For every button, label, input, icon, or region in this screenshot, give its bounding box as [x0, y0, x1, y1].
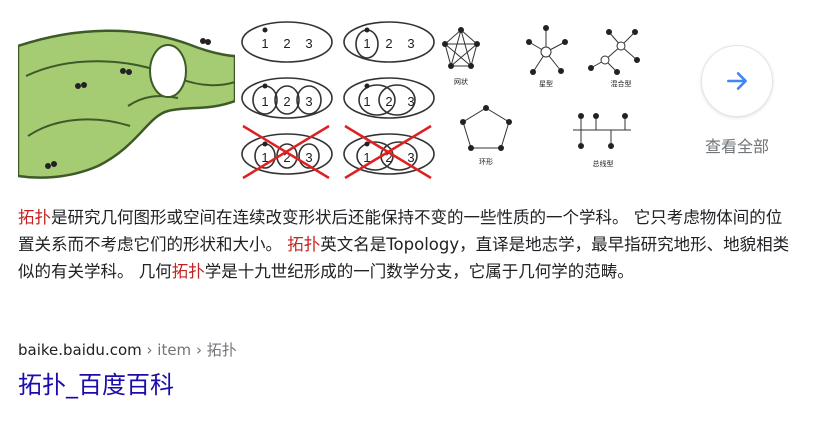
topology-label: 环形 [479, 158, 493, 166]
circle-number: 1 [363, 36, 370, 51]
circle-number: 2 [385, 36, 392, 51]
view-all-button[interactable] [701, 45, 773, 117]
circle-number: 2 [283, 94, 290, 109]
thumbnail-venn-1[interactable]: 1 2 3 1 2 3 1 2 3 [237, 16, 338, 179]
topology-label: 星型 [539, 79, 553, 88]
venn-diagram-illustration: 1 2 3 1 2 3 1 2 3 [343, 21, 435, 179]
topology-label: 网状 [454, 77, 468, 86]
thumbnail-venn-2[interactable]: 1 2 3 1 2 3 1 2 3 [339, 16, 440, 179]
result-snippet: 拓扑是研究几何图形或空间在连续改变形状后还能保持不变的一些性质的一个学科。 它只… [18, 204, 790, 285]
arrow-right-icon [727, 72, 747, 90]
keyword-highlight: 拓扑 [18, 208, 51, 227]
circle-number: 3 [407, 94, 414, 109]
circle-number: 3 [407, 36, 414, 51]
circle-number: 1 [363, 94, 370, 109]
venn-diagram-illustration: 1 2 3 1 2 3 1 2 3 [241, 21, 333, 179]
circle-number: 3 [305, 36, 312, 51]
mobius-strip-illustration [18, 16, 235, 179]
result-breadcrumb: baike.baidu.com › item › 拓扑 [18, 340, 237, 360]
circle-number: 3 [305, 94, 312, 109]
breadcrumb-domain: baike.baidu.com [18, 341, 142, 359]
circle-number: 3 [305, 150, 312, 165]
thumbnail-mobius[interactable] [18, 16, 235, 179]
keyword-highlight: 拓扑 [171, 262, 205, 281]
thumbnail-network-topology[interactable]: 网状 星型 混合型 环形 总线型 [441, 16, 641, 179]
result-title-link[interactable]: 拓扑_百度百科 [18, 368, 174, 402]
circle-number: 2 [283, 36, 290, 51]
keyword-highlight: 拓扑 [287, 235, 321, 254]
topology-label: 总线型 [593, 159, 614, 168]
snippet-text: 学是十九世纪形成的一门数学分支，它属于几何学的范畴。 [204, 262, 634, 281]
view-all[interactable]: 查看全部 [700, 45, 774, 157]
topology-label: 混合型 [611, 79, 632, 88]
view-all-label: 查看全部 [704, 137, 769, 156]
network-topology-illustration: 网状 星型 混合型 环形 总线型 [442, 25, 640, 168]
breadcrumb-path: › item › 拓扑 [141, 341, 237, 359]
circle-number: 1 [261, 94, 268, 109]
circle-number: 3 [407, 150, 414, 165]
circle-number: 2 [385, 94, 392, 109]
circle-number: 1 [261, 36, 268, 51]
image-strip: 1 2 3 1 2 3 1 2 3 1 2 3 1 2 3 1 2 3 网状 星… [18, 16, 641, 179]
